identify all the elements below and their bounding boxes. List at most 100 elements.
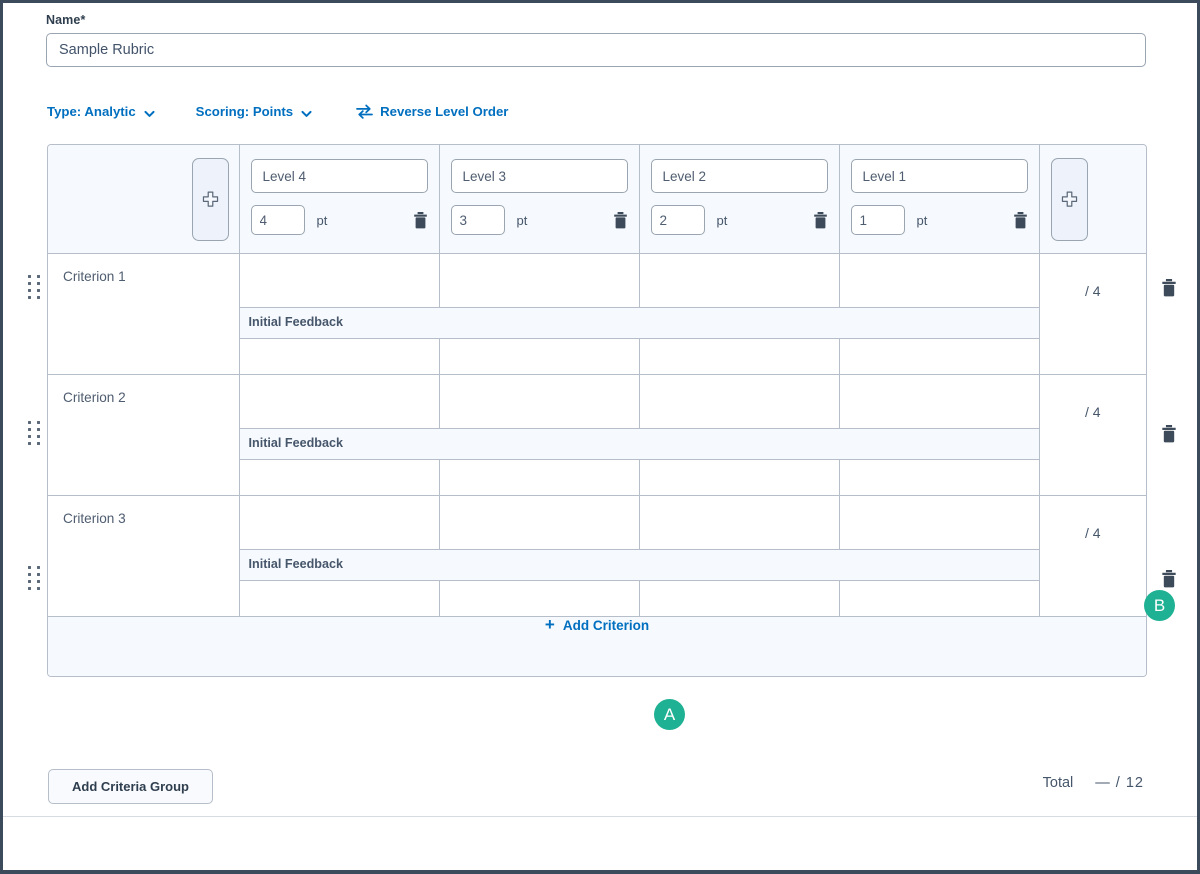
rubric-table-wrapper: pt pt xyxy=(47,144,1147,677)
table-row: Criterion 1 / 4 xyxy=(48,252,1146,375)
criterion-level-cell[interactable] xyxy=(238,494,440,550)
feedback-cell[interactable] xyxy=(438,458,640,496)
chevron-down-icon xyxy=(300,107,312,119)
feedback-cell[interactable] xyxy=(238,337,440,375)
feedback-cell[interactable] xyxy=(838,579,1040,617)
delete-level-button[interactable] xyxy=(613,211,628,229)
level-name-input[interactable] xyxy=(650,159,828,193)
criterion-level-cell[interactable] xyxy=(838,252,1040,308)
points-unit-label: pt xyxy=(316,212,328,228)
criterion-level-cell[interactable] xyxy=(838,494,1040,550)
criterion-score-label: / 4 xyxy=(1084,403,1101,420)
points-unit-label: pt xyxy=(516,212,528,228)
level-points-row: pt xyxy=(450,205,628,235)
feedback-cell[interactable] xyxy=(638,579,840,617)
feedback-cell[interactable] xyxy=(838,458,1040,496)
criterion-level-cell[interactable] xyxy=(238,373,440,429)
level-points-input[interactable] xyxy=(250,205,305,235)
trash-icon xyxy=(413,211,427,228)
swap-arrows-icon xyxy=(356,104,374,119)
add-level-left-button[interactable] xyxy=(191,158,229,241)
delete-level-button[interactable] xyxy=(413,211,428,229)
delete-criterion-button[interactable] xyxy=(1161,570,1177,588)
criterion-level-cell[interactable] xyxy=(838,373,1040,429)
criterion-level-cell[interactable] xyxy=(438,252,640,308)
total-label: Total xyxy=(1042,775,1074,791)
criterion-level-cell[interactable] xyxy=(238,252,440,308)
annotation-badge-b: B xyxy=(1144,590,1175,621)
name-field-group: Name* xyxy=(46,13,1148,67)
feedback-cell[interactable] xyxy=(438,337,640,375)
levels-header-row: pt pt xyxy=(48,145,1146,254)
level-points-input[interactable] xyxy=(650,205,705,235)
delete-level-button[interactable] xyxy=(813,211,828,229)
feedback-cell[interactable] xyxy=(238,579,440,617)
scoring-dropdown-label: Scoring: Points xyxy=(195,104,294,119)
level-points-row: pt xyxy=(650,205,828,235)
feedback-cell[interactable] xyxy=(838,337,1040,375)
level-points-input[interactable] xyxy=(450,205,505,235)
criterion-score-cell: / 4 xyxy=(1038,494,1146,617)
annotation-badge-a: A xyxy=(654,699,685,730)
level-name-input[interactable] xyxy=(450,159,628,193)
add-level-right-button[interactable] xyxy=(1050,158,1088,241)
total-value: — / 12 xyxy=(1095,775,1144,791)
trash-icon xyxy=(1162,425,1176,443)
reverse-level-order-label: Reverse Level Order xyxy=(380,104,509,119)
table-row: Criterion 2 / 4 xyxy=(48,373,1146,496)
footer-bar: Score Close xyxy=(3,817,1197,870)
delete-criterion-button[interactable] xyxy=(1161,279,1177,297)
type-dropdown[interactable]: Type: Analytic xyxy=(47,104,155,119)
level-name-input[interactable] xyxy=(250,159,428,193)
trash-icon xyxy=(1162,570,1176,588)
type-dropdown-label: Type: Analytic xyxy=(47,104,136,119)
level-header-cell: pt xyxy=(838,145,1040,254)
feedback-cell[interactable] xyxy=(638,458,840,496)
criterion-name-label: Criterion 2 xyxy=(63,389,126,405)
criterion-level-cell[interactable] xyxy=(438,494,640,550)
initial-feedback-label: Initial Feedback xyxy=(238,306,1040,339)
trash-icon xyxy=(613,211,627,228)
feedback-cell[interactable] xyxy=(438,579,640,617)
level-points-input[interactable] xyxy=(850,205,905,235)
add-criteria-group-button[interactable]: Add Criteria Group xyxy=(48,769,213,804)
criterion-level-cell[interactable] xyxy=(638,373,840,429)
drag-handle-icon[interactable] xyxy=(28,566,41,591)
level-points-row: pt xyxy=(850,205,1028,235)
criterion-name-label: Criterion 3 xyxy=(63,510,126,526)
rubric-name-input[interactable] xyxy=(46,33,1146,67)
add-criterion-row: + Add Criterion xyxy=(48,614,1146,676)
add-level-left-cell xyxy=(48,145,240,254)
initial-feedback-label: Initial Feedback xyxy=(238,427,1040,460)
criterion-name-cell[interactable]: Criterion 3 xyxy=(48,494,240,617)
add-criterion-label: Add Criterion xyxy=(562,617,650,633)
points-unit-label: pt xyxy=(916,212,928,228)
initial-feedback-label: Initial Feedback xyxy=(238,548,1040,581)
criterion-level-cell[interactable] xyxy=(438,373,640,429)
plus-icon: + xyxy=(544,614,555,634)
criterion-score-cell: / 4 xyxy=(1038,252,1146,375)
scoring-dropdown[interactable]: Scoring: Points xyxy=(196,104,312,119)
add-level-right-cell xyxy=(1038,145,1146,254)
level-name-input[interactable] xyxy=(850,159,1028,193)
rubric-table: pt pt xyxy=(48,145,1146,676)
drag-handle-icon[interactable] xyxy=(28,421,41,446)
drag-handle-icon[interactable] xyxy=(28,275,41,300)
feedback-cell[interactable] xyxy=(238,458,440,496)
chevron-down-icon xyxy=(143,107,155,119)
criterion-name-cell[interactable]: Criterion 2 xyxy=(48,373,240,496)
criterion-level-cell[interactable] xyxy=(638,252,840,308)
add-criterion-button[interactable]: + Add Criterion xyxy=(544,614,650,634)
level-header-cell: pt xyxy=(638,145,840,254)
table-row: Criterion 3 / 4 xyxy=(48,494,1146,617)
level-header-cell: pt xyxy=(238,145,440,254)
reverse-level-order-button[interactable]: Reverse Level Order xyxy=(356,104,508,119)
delete-criterion-button[interactable] xyxy=(1161,425,1177,443)
rubric-toolbar: Type: Analytic Scoring: Points Reverse L… xyxy=(47,104,508,119)
criterion-name-label: Criterion 1 xyxy=(63,268,126,284)
criterion-score-label: / 4 xyxy=(1084,282,1101,299)
criterion-level-cell[interactable] xyxy=(638,494,840,550)
criterion-name-cell[interactable]: Criterion 1 xyxy=(48,252,240,375)
feedback-cell[interactable] xyxy=(638,337,840,375)
delete-level-button[interactable] xyxy=(1013,211,1028,229)
